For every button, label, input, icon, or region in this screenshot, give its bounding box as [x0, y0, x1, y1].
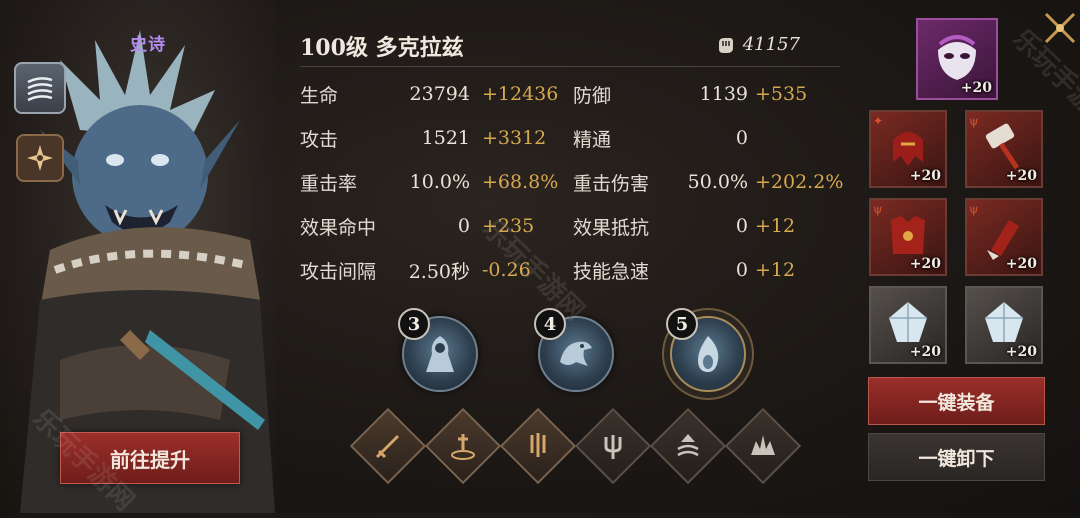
- stat-crit-rate: 重击率 10.0% +68.8%: [300, 167, 558, 197]
- stat-base: 0: [735, 215, 748, 237]
- stat-label: 效果命中: [300, 216, 377, 239]
- crystal-icon: [985, 302, 1023, 342]
- stat-label: 防御: [573, 84, 612, 107]
- stat-defense: 防御 1139 +535: [573, 79, 838, 109]
- crown-spikes-icon: [751, 435, 775, 455]
- rune-triple-blade[interactable]: [499, 407, 577, 485]
- stat-base: 1139: [699, 83, 748, 105]
- stat-bonus: +12436: [482, 83, 559, 105]
- mask-icon: [938, 35, 976, 80]
- crystal-icon: [889, 302, 927, 342]
- enhance-level: +20: [1005, 344, 1037, 360]
- sword-icon: [375, 435, 399, 459]
- stat-hp: 生命 23794 +12436: [300, 79, 558, 109]
- stat-base: 0: [735, 259, 748, 281]
- stat-base: 2.50秒: [408, 260, 470, 283]
- skill-3[interactable]: 3: [398, 308, 478, 392]
- stat-label: 效果抵抗: [573, 216, 650, 239]
- rising-wave-icon: [677, 434, 699, 457]
- hero-name: 100级 多克拉兹: [300, 35, 464, 61]
- stat-label: 精通: [573, 128, 612, 151]
- helmet-icon: [893, 132, 923, 166]
- equip-all-button[interactable]: 一键装备: [868, 377, 1045, 425]
- rune-pedestal[interactable]: [424, 407, 502, 485]
- rune-trident[interactable]: [574, 407, 652, 485]
- stat-label: 生命: [300, 84, 339, 107]
- stat-base: 23794: [409, 83, 470, 105]
- enhance-level: +20: [1005, 168, 1037, 184]
- class-star-icon[interactable]: [16, 134, 64, 182]
- armor-icon: [891, 216, 925, 254]
- stat-base: 10.0%: [409, 171, 470, 193]
- stat-label: 攻击间隔: [300, 260, 377, 283]
- flame-orb-icon: [698, 336, 719, 372]
- enhance-level: +20: [909, 256, 941, 272]
- power-value: 41157: [742, 34, 800, 55]
- gauntlet-icon: [987, 220, 1019, 260]
- skill-4[interactable]: 4: [534, 308, 614, 392]
- hooded-figure-icon: [426, 336, 454, 372]
- rune-rising[interactable]: [649, 407, 727, 485]
- hammer-icon: [985, 123, 1020, 170]
- stat-effect-resist: 效果抵抗 0 +12: [573, 211, 838, 241]
- wind-element-icon[interactable]: [14, 62, 66, 114]
- triple-blade-icon: [530, 433, 546, 457]
- enhance-level: +20: [1005, 256, 1037, 272]
- equip-gauntlet[interactable]: ψ +20: [965, 198, 1043, 276]
- equip-weapon[interactable]: ψ +20: [965, 110, 1043, 188]
- rune-sword[interactable]: [349, 407, 427, 485]
- stat-label: 重击伤害: [573, 172, 650, 195]
- unequip-all-button[interactable]: 一键卸下: [868, 433, 1045, 481]
- combat-power: 41157: [715, 34, 800, 55]
- hero-title-row: 100级 多克拉兹 41157: [300, 30, 840, 67]
- stat-bonus: +12: [755, 215, 796, 237]
- stat-crit-damage: 重击伤害 50.0% +202.2%: [573, 167, 843, 197]
- stat-base: 50.0%: [687, 171, 748, 193]
- equip-crystal-1[interactable]: +20: [869, 286, 947, 364]
- stat-bonus: +3312: [482, 127, 547, 149]
- stat-label: 重击率: [300, 172, 358, 195]
- dragon-head-icon: [560, 341, 592, 366]
- enhance-level: +20: [909, 168, 941, 184]
- skill-number: 3: [398, 308, 430, 340]
- pedestal-sword-icon: [451, 434, 475, 460]
- equip-helmet[interactable]: ✦ +20: [869, 110, 947, 188]
- equip-accessory[interactable]: +20: [916, 18, 998, 100]
- enhance-level: +20: [909, 344, 941, 360]
- equip-crystal-2[interactable]: +20: [965, 286, 1043, 364]
- stat-skill-haste: 技能急速 0 +12: [573, 255, 838, 285]
- trident-icon: [604, 435, 622, 459]
- enhance-level: +20: [960, 80, 992, 96]
- stat-label: 技能急速: [573, 260, 650, 283]
- stat-bonus: +12: [755, 259, 796, 281]
- equip-armor[interactable]: ψ +20: [869, 198, 947, 276]
- skill-5[interactable]: 5: [666, 308, 746, 392]
- stat-base: 1521: [421, 127, 470, 149]
- stat-mastery: 精通 0: [573, 123, 838, 153]
- fist-icon: [718, 37, 733, 53]
- stat-bonus: +68.8%: [482, 171, 559, 193]
- rune-crown[interactable]: [724, 407, 802, 485]
- skill-number: 5: [666, 308, 698, 340]
- stat-base: 0: [735, 127, 748, 149]
- stat-attack: 攻击 1521 +3312: [300, 123, 550, 153]
- stat-bonus: +202.2%: [755, 171, 844, 193]
- stat-bonus: +535: [755, 83, 808, 105]
- rarity-label: 史诗: [130, 35, 166, 55]
- stat-base: 0: [457, 215, 470, 237]
- stat-label: 攻击: [300, 128, 339, 151]
